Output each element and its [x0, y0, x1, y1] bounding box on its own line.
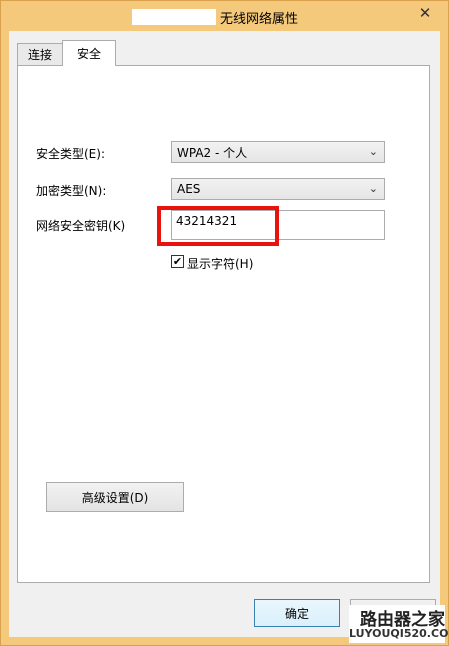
tab-security-label: 安全 — [76, 47, 101, 61]
security-type-select[interactable]: WPA2 - 个人 ⌄ — [171, 141, 385, 163]
watermark-logo: 路由器之家 LUYOUQI520.COM — [349, 605, 449, 643]
ok-button[interactable]: 确定 — [254, 599, 340, 627]
tab-connection-label: 连接 — [27, 48, 52, 62]
close-icon: ✕ — [418, 4, 432, 22]
chevron-down-icon: ⌄ — [368, 145, 378, 158]
tab-security[interactable]: 安全 — [62, 40, 116, 66]
advanced-settings-label: 高级设置(D) — [81, 490, 149, 505]
chevron-down-icon: ⌄ — [368, 182, 378, 195]
red-highlight-box — [157, 206, 279, 246]
dialog-client-area: 连接 安全 安全类型(E): WPA2 - 个人 ⌄ 加密类型(N): AES … — [9, 31, 440, 637]
security-type-label: 安全类型(E): — [36, 147, 105, 161]
watermark-url: LUYOUQI520.COM — [349, 627, 449, 640]
checkmark-icon: ✔ — [172, 255, 183, 268]
security-type-value: WPA2 - 个人 — [177, 145, 248, 160]
dialog-window: 无线网络属性 ✕ 连接 安全 安全类型(E): WPA2 - 个人 ⌄ 加密类型… — [0, 0, 449, 646]
tab-connection[interactable]: 连接 — [17, 43, 63, 65]
close-button[interactable]: ✕ — [410, 3, 440, 23]
show-characters-label[interactable]: 显示字符(H) — [187, 255, 253, 272]
advanced-settings-button[interactable]: 高级设置(D) — [46, 482, 184, 512]
network-key-label: 网络安全密钥(K) — [36, 219, 126, 233]
ok-button-label: 确定 — [284, 606, 309, 621]
encryption-type-select[interactable]: AES ⌄ — [171, 178, 385, 200]
window-title: 无线网络属性 — [220, 12, 299, 27]
security-panel: 安全类型(E): WPA2 - 个人 ⌄ 加密类型(N): AES ⌄ 网络安全… — [17, 65, 430, 583]
show-characters-checkbox[interactable]: ✔ — [171, 255, 184, 268]
encryption-type-label: 加密类型(N): — [36, 184, 107, 198]
redacted-network-name — [132, 9, 216, 25]
encryption-type-value: AES — [177, 182, 201, 196]
title-bar[interactable]: 无线网络属性 ✕ — [1, 1, 448, 31]
